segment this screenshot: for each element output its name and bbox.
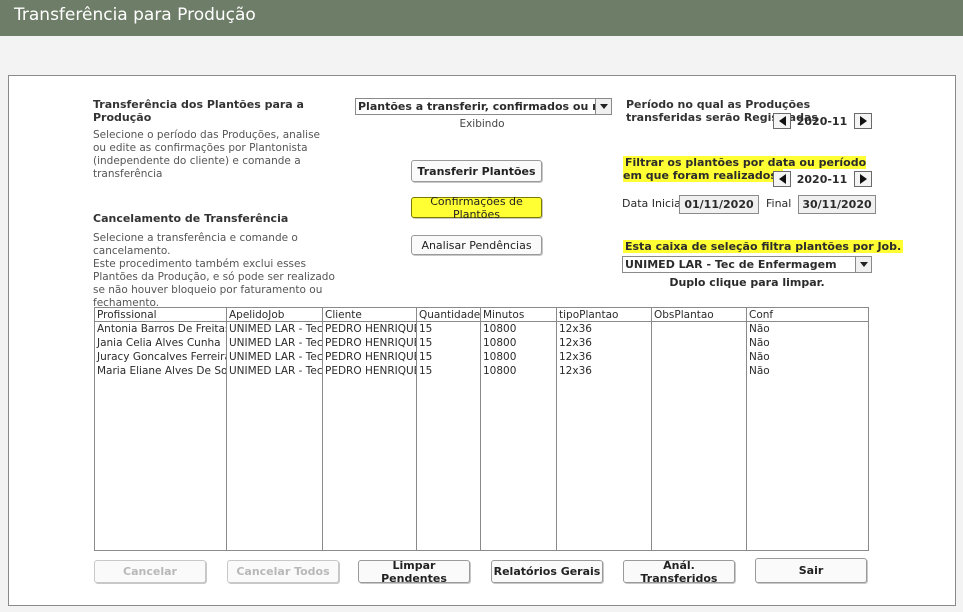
table-row[interactable]: Juracy Goncalves Ferreira UNIMED LAR - Te… [95,350,868,364]
table-cell: PEDRO HENRIQUE [325,337,416,349]
table-cell: 12x36 [559,351,592,363]
arrow-left-icon [778,174,786,184]
table-cell: 10800 [483,365,517,377]
table-cell: Juracy Goncalves Ferreira [97,351,226,363]
title-bar: Transferência para Produção [0,0,963,36]
arrow-left-icon [778,116,786,126]
table-cell: 10800 [483,351,517,363]
job-select[interactable]: UNIMED LAR - Tec de Enfermagem [622,256,872,273]
table-cell: UNIMED LAR - Tec [229,365,322,377]
table-cell: 12x36 [559,365,592,377]
table-cell: PEDRO HENRIQUE [325,365,416,377]
table-cell: Jania Celia Alves Cunha [97,337,221,349]
data-inicial-input[interactable]: 01/11/2020 [679,195,759,214]
section-transfer-desc: Selecione o período das Produções, anali… [93,129,321,180]
table-cell: Não [749,351,770,363]
analisar-pendencias-button[interactable]: Analisar Pendências [411,235,542,255]
table-cell: 10800 [483,323,517,335]
table-cell: Não [749,323,770,335]
cancelar-todos-button[interactable]: Cancelar Todos [227,560,339,583]
table-header-cell[interactable]: tipoPlantao [557,308,651,322]
table-row[interactable]: Jania Celia Alves Cunha UNIMED LAR - Tec P… [95,336,868,350]
window-title: Transferência para Produção [14,5,256,25]
chevron-down-icon[interactable] [595,99,611,114]
table-header-cell[interactable]: ApelidoJob [227,308,322,322]
table-header-cell[interactable]: Quantidade [417,308,480,322]
table-cell: Maria Eliane Alves De Sous [97,365,226,377]
relatorios-gerais-button[interactable]: Relatórios Gerais [491,560,603,583]
job-label-wrap: Esta caixa de seleção filtra plantões po… [623,240,904,253]
cancelar-button[interactable]: Cancelar [94,560,206,583]
plantoes-table[interactable]: Profissional ApelidoJob Cliente Quantidade M… [94,307,869,551]
table-cell: 15 [419,337,433,349]
section-cancel-desc: Selecione a transferência e comande o ca… [93,232,335,309]
job-label: Esta caixa de seleção filtra plantões po… [623,240,904,253]
table-row[interactable]: Antonia Barros De Freitas UNIMED LAR - Te… [95,322,868,336]
table-cell: Não [749,365,770,377]
filtrar-prev-button[interactable] [773,171,791,187]
arrow-right-icon [859,116,867,126]
periodo-next-button[interactable] [854,113,872,129]
filter-caption: Exibindo [459,118,505,130]
table-cell: UNIMED LAR - Tec [229,337,322,349]
table-cell: 15 [419,351,433,363]
table-cell: 15 [419,365,433,377]
table-cell: 15 [419,323,433,335]
filter-select[interactable]: Plantões a transferir, confirmados ou nã… [355,98,612,115]
sair-button[interactable]: Sair [755,558,867,583]
table-header-cell[interactable]: Cliente [323,308,416,322]
periodo-prev-button[interactable] [773,113,791,129]
section-transfer-title: Transferência dos Plantões para a Produç… [93,98,304,124]
transferir-plantoes-button[interactable]: Transferir Plantões [411,160,542,182]
chevron-down-icon[interactable] [855,257,871,272]
data-inicial-label: Data Inicial [622,197,684,210]
table-cell: UNIMED LAR - Tec [229,351,322,363]
data-final-input[interactable]: 30/11/2020 [798,195,876,214]
final-label: Final [766,197,792,210]
table-cell: UNIMED LAR - Tec [229,323,322,335]
table-header-cell[interactable]: ObsPlantao [652,308,746,322]
table-header-cell[interactable]: Minutos [481,308,556,322]
table-header-cell[interactable]: Profissional [95,308,226,322]
job-select-value: UNIMED LAR - Tec de Enfermagem [625,258,837,271]
limpar-pendentes-button[interactable]: Limpar Pendentes [358,559,470,585]
table-cell: Antonia Barros De Freitas [97,323,226,335]
arrow-right-icon [859,174,867,184]
table-row[interactable]: Maria Eliane Alves De Sous UNIMED LAR - T… [95,364,868,378]
table-header-cell[interactable]: Conf [747,308,868,322]
filtrar-value: 2020-11 [796,173,848,186]
confirmacoes-plantoes-button[interactable]: Confirmações de Plantões [411,195,542,221]
filter-select-value: Plantões a transferir, confirmados ou nã… [358,100,612,113]
periodo-value: 2020-11 [796,115,848,128]
table-cell: PEDRO HENRIQUE [325,323,416,335]
table-cell: 12x36 [559,337,592,349]
section-cancel-title: Cancelamento de Transferência [93,212,289,225]
job-hint: Duplo clique para limpar. [669,276,825,289]
anal-transferidos-button[interactable]: Anál. Transferidos [623,559,735,585]
filtrar-next-button[interactable] [854,171,872,187]
main-panel: Transferência dos Plantões para a Produç… [8,75,956,606]
table-cell: PEDRO HENRIQUE [325,351,416,363]
table-cell: 10800 [483,337,517,349]
table-cell: Não [749,337,770,349]
table-cell: 12x36 [559,323,592,335]
